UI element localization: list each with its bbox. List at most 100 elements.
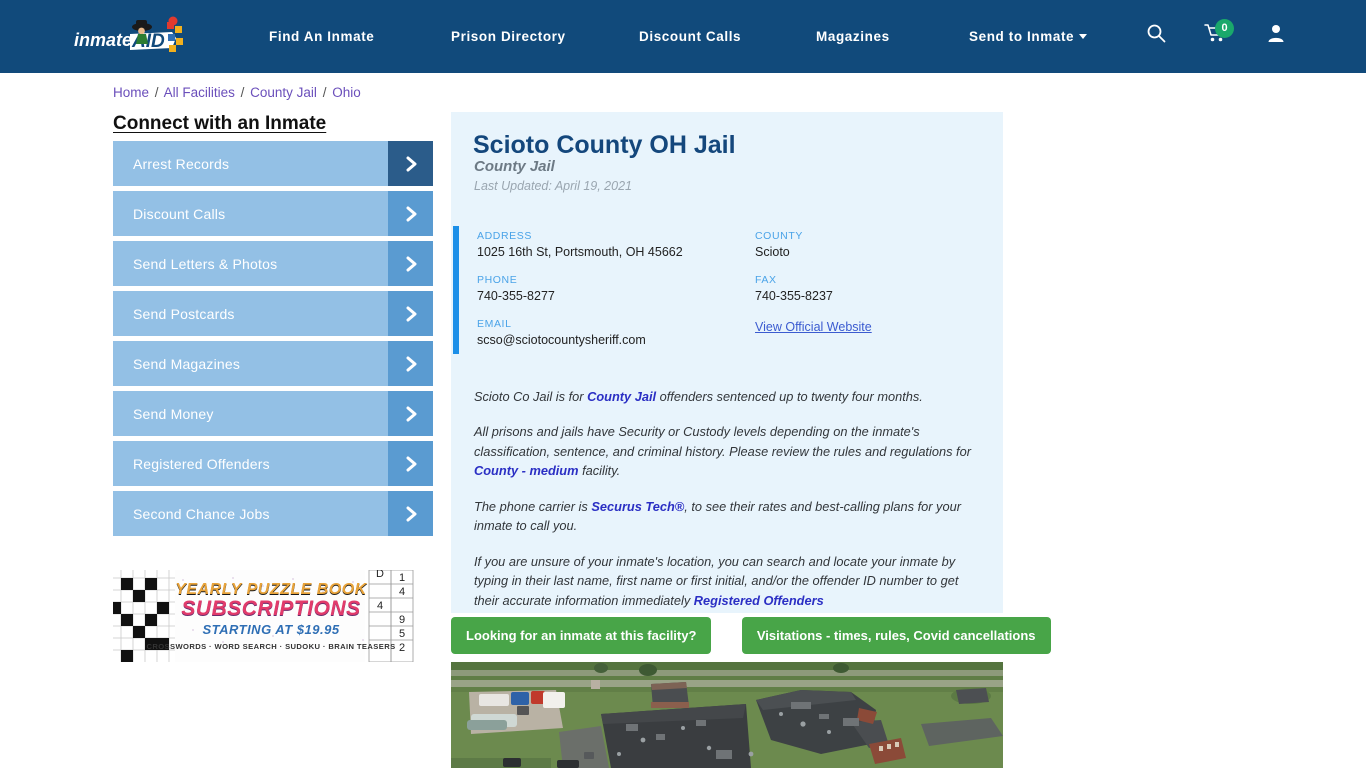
phone-value: 740-355-8277	[477, 289, 555, 303]
sidebar-item-send-money[interactable]: Send Money	[113, 391, 433, 436]
p2-text-b: facility.	[578, 463, 621, 479]
facility-type: County Jail	[474, 158, 555, 175]
sidebar-item-arrest-records[interactable]: Arrest Records	[113, 141, 433, 186]
fax-group: FAX 740-355-8237	[755, 274, 975, 303]
p2-text-a: All prisons and jails have Security or C…	[474, 424, 971, 459]
breadcrumb-item-ohio[interactable]: Ohio	[332, 85, 361, 100]
chevron-right-icon	[388, 191, 433, 236]
svg-text:D: D	[376, 570, 384, 580]
sidebar-item-registered-offenders[interactable]: Registered Offenders	[113, 441, 433, 486]
page-title: Scioto County OH Jail	[473, 131, 736, 159]
phone-label: PHONE	[477, 274, 518, 286]
county-group: COUNTY Scioto	[755, 230, 975, 259]
last-updated: Last Updated: April 19, 2021	[474, 179, 632, 193]
nav-discount-calls[interactable]: Discount Calls	[639, 29, 741, 44]
facility-photo	[451, 662, 1003, 768]
description-paragraph-3: The phone carrier is Securus Tech®, to s…	[474, 497, 986, 536]
email-value: scso@sciotocountysheriff.com	[477, 333, 646, 347]
view-official-website-link[interactable]: View Official Website	[755, 320, 872, 334]
svg-text:4: 4	[399, 586, 405, 598]
county-value: Scioto	[755, 245, 790, 259]
sidebar-menu: Arrest Records Discount Calls Send Lette…	[113, 141, 433, 541]
description-paragraph-2: All prisons and jails have Security or C…	[474, 422, 986, 480]
nav-send-to-inmate[interactable]: Send to Inmate	[969, 29, 1088, 44]
puzzle-book-ad-graphic: 14 49 52 D YEARLY PUZZLE BOOK YEARLY PUZ…	[113, 570, 428, 662]
chevron-right-icon	[388, 391, 433, 436]
sidebar-item-send-letters-photos[interactable]: Send Letters & Photos	[113, 241, 433, 286]
sidebar-item-send-postcards[interactable]: Send Postcards	[113, 291, 433, 336]
visitations-button[interactable]: Visitations - times, rules, Covid cancel…	[741, 617, 1051, 654]
p3-text-a: The phone carrier is	[474, 498, 592, 514]
nav-find-an-inmate[interactable]: Find An Inmate	[269, 29, 374, 44]
find-inmate-button[interactable]: Looking for an inmate at this facility?	[451, 617, 712, 654]
county-jail-link[interactable]: County Jail	[587, 389, 656, 404]
chevron-right-icon	[388, 441, 433, 486]
aerial-jail-photo-image	[451, 662, 1003, 768]
email-label: EMAIL	[477, 318, 512, 330]
chevron-right-icon	[388, 141, 433, 186]
action-button-row: Looking for an inmate at this facility? …	[451, 617, 1051, 654]
svg-text:2: 2	[399, 642, 405, 654]
sidebar-item-label: Send Letters & Photos	[133, 255, 278, 272]
sidebar-item-label: Send Money	[133, 405, 214, 422]
sidebar-title: Connect with an Inmate	[113, 113, 327, 134]
chevron-right-icon	[388, 241, 433, 286]
accent-bar	[453, 226, 459, 354]
breadcrumb-item-county-jail[interactable]: County Jail	[250, 85, 317, 100]
fax-label: FAX	[755, 274, 777, 286]
breadcrumb: Home / All Facilities / County Jail / Oh…	[113, 85, 361, 100]
nav-send-to-inmate-label: Send to Inmate	[969, 29, 1075, 44]
website-group: View Official Website	[755, 318, 975, 336]
sidebar-item-label: Send Magazines	[133, 355, 241, 372]
cart-count-badge: 0	[1215, 19, 1234, 38]
sidebar-item-label: Registered Offenders	[133, 455, 270, 472]
site-logo[interactable]: inmate AID	[72, 14, 197, 60]
nav-prison-directory[interactable]: Prison Directory	[451, 29, 566, 44]
address-value: 1025 16th St, Portsmouth, OH 45662	[477, 245, 683, 259]
sidebar-item-send-magazines[interactable]: Send Magazines	[113, 341, 433, 386]
user-icon[interactable]	[1266, 23, 1286, 48]
sidebar-item-second-chance-jobs[interactable]: Second Chance Jobs	[113, 491, 433, 536]
chevron-right-icon	[388, 491, 433, 536]
facility-description: Scioto Co Jail is for County Jail offend…	[474, 387, 986, 626]
svg-text:SUBSCRIPTIONS: SUBSCRIPTIONS	[181, 597, 360, 620]
inmateaid-logo-icon: inmate AID	[74, 16, 183, 52]
svg-text:5: 5	[399, 628, 405, 640]
securus-tech-link[interactable]: Securus Tech®	[591, 499, 684, 514]
p1-text-b: offenders sentenced up to twenty four mo…	[656, 389, 923, 404]
registered-offenders-link[interactable]: Registered Offenders	[694, 593, 824, 608]
address-group: ADDRESS 1025 16th St, Portsmouth, OH 456…	[477, 230, 737, 259]
puzzle-book-ad[interactable]: 14 49 52 D YEARLY PUZZLE BOOK YEARLY PUZ…	[113, 570, 428, 662]
svg-text:AID: AID	[131, 31, 165, 52]
contact-column-right: COUNTY Scioto FAX 740-355-8237 View Offi…	[755, 230, 975, 351]
sidebar-item-label: Arrest Records	[133, 155, 230, 172]
address-label: ADDRESS	[477, 230, 532, 242]
search-icon[interactable]	[1146, 23, 1166, 48]
p1-text-a: Scioto Co Jail is for	[474, 389, 588, 404]
sidebar-item-label: Second Chance Jobs	[133, 505, 270, 522]
breadcrumb-separator: /	[322, 85, 327, 100]
svg-text:9: 9	[399, 614, 405, 626]
county-label: COUNTY	[755, 230, 803, 242]
breadcrumb-item-home[interactable]: Home	[113, 85, 149, 100]
site-header: inmate AID Find An Inmate Prison Directo…	[0, 0, 1366, 73]
chevron-down-icon	[1079, 33, 1088, 39]
sidebar-item-label: Send Postcards	[133, 305, 235, 322]
breadcrumb-separator: /	[154, 85, 159, 100]
svg-text:inmate: inmate	[74, 30, 132, 50]
facility-panel: Scioto County OH Jail County Jail Last U…	[451, 112, 1003, 613]
sidebar-item-discount-calls[interactable]: Discount Calls	[113, 191, 433, 236]
svg-text:CROSSWORDS · WORD SEARCH · SUD: CROSSWORDS · WORD SEARCH · SUDOKU · BRAI…	[146, 642, 395, 651]
breadcrumb-item-all-facilities[interactable]: All Facilities	[164, 85, 235, 100]
breadcrumb-separator: /	[240, 85, 245, 100]
phone-group: PHONE 740-355-8277	[477, 274, 737, 303]
county-medium-link[interactable]: County - medium	[474, 463, 579, 478]
chevron-right-icon	[388, 341, 433, 386]
sidebar-item-label: Discount Calls	[133, 205, 226, 222]
contact-column-left: ADDRESS 1025 16th St, Portsmouth, OH 456…	[477, 230, 737, 362]
fax-value: 740-355-8237	[755, 289, 833, 303]
description-paragraph-1: Scioto Co Jail is for County Jail offend…	[474, 387, 986, 406]
description-paragraph-4: If you are unsure of your inmate's locat…	[474, 552, 986, 610]
nav-magazines[interactable]: Magazines	[816, 29, 890, 44]
svg-text:YEARLY PUZZLE BOOK: YEARLY PUZZLE BOOK	[175, 581, 367, 598]
